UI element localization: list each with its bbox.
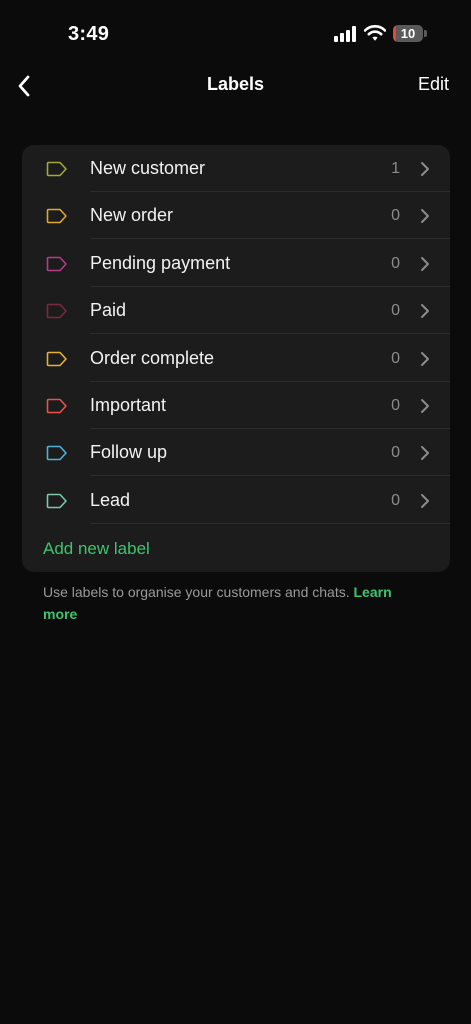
add-new-label-button[interactable]: Add new label [43,539,150,559]
label-count: 0 [391,397,400,414]
label-tag-icon [46,209,67,224]
label-tag-icon [46,446,67,461]
row-divider [90,522,450,524]
label-name: Paid [90,300,127,321]
label-tag-icon [46,398,67,414]
footer-text: Use labels to organise your customers an… [43,581,423,625]
label-row[interactable]: New order 0 [22,192,450,240]
chevron-right-icon [421,399,429,413]
chevron-right-icon [421,351,429,366]
edit-button[interactable]: Edit [418,74,449,95]
label-name: New order [90,205,174,226]
label-tag-icon [46,303,67,319]
label-name: Follow up [90,442,168,463]
label-tag-icon [46,161,67,177]
battery-level: 10 [400,26,416,41]
label-count: 0 [391,444,400,462]
label-name: New customer [90,158,206,178]
signal-icon [334,26,356,42]
label-count: 0 [391,491,400,509]
label-count: 0 [391,254,400,272]
label-count: 1 [391,160,400,177]
chevron-right-icon [421,256,429,271]
status-time: 3:49 [68,23,110,45]
chevron-right-icon [421,162,429,176]
chevron-right-icon [421,493,429,508]
wifi-icon [364,25,386,41]
battery-icon: 10 [393,25,427,42]
label-tag-icon [46,493,67,509]
chevron-right-icon [421,304,429,319]
label-row[interactable]: Pending payment 0 [22,240,450,287]
label-row[interactable]: Order complete 0 [22,335,450,382]
label-count: 0 [391,207,400,225]
nav-bar: Labels Edit [0,64,471,108]
label-tag-icon [46,256,67,272]
page-title: Labels [206,74,265,94]
label-name: Important [90,395,167,415]
label-count: 0 [391,302,400,320]
label-name: Order complete [90,347,215,368]
label-name: Lead [90,489,131,510]
label-row[interactable]: Follow up 0 [22,429,450,477]
label-tag-icon [46,351,67,366]
chevron-right-icon [421,446,429,461]
label-row[interactable]: New customer 1 [22,145,450,192]
label-row[interactable]: Lead 0 [22,477,450,524]
labels-list: New customer 1 New order 0 Pending payment 0 P… [22,145,450,572]
chevron-right-icon [421,209,429,224]
footer-description: Use labels to organise your customers an… [43,584,350,600]
label-name: Pending payment [90,252,231,273]
status-bar: 3:49 10 [0,0,471,64]
label-row[interactable]: Paid 0 [22,287,450,335]
label-row[interactable]: Important 0 [22,382,450,429]
label-count: 0 [391,349,400,367]
